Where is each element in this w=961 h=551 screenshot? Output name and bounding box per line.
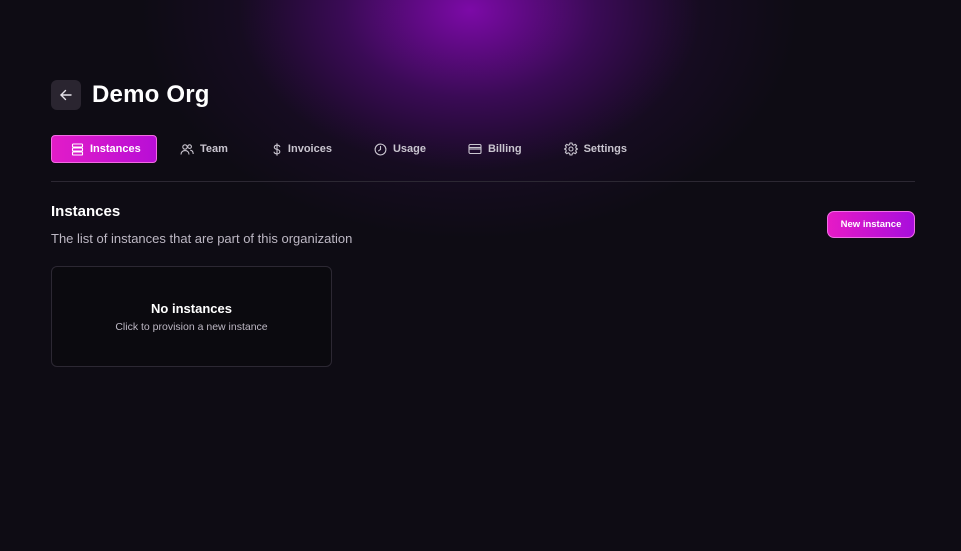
users-icon xyxy=(180,143,194,156)
section-description: The list of instances that are part of t… xyxy=(51,231,353,246)
page: Demo Org Instances Team Invoices Usage B… xyxy=(0,0,961,551)
tab-instances[interactable]: Instances xyxy=(51,135,157,163)
back-button[interactable] xyxy=(51,80,81,110)
dollar-icon xyxy=(272,142,282,156)
tab-label: Usage xyxy=(392,143,426,155)
arrow-left-icon xyxy=(59,88,73,102)
section-title: Instances xyxy=(51,203,121,220)
empty-state-subtitle: Click to provision a new instance xyxy=(115,321,268,333)
tab-team[interactable]: Team xyxy=(180,135,228,163)
tab-label: Instances xyxy=(90,143,141,155)
tab-label: Settings xyxy=(583,143,627,155)
tab-label: Billing xyxy=(487,143,522,155)
tab-invoices[interactable]: Invoices xyxy=(272,135,332,163)
empty-state-card[interactable]: No instances Click to provision a new in… xyxy=(51,266,332,367)
tab-billing[interactable]: Billing xyxy=(468,135,522,163)
tab-bar: Instances Team Invoices Usage Billing Se… xyxy=(51,135,627,163)
tab-settings[interactable]: Settings xyxy=(563,135,627,163)
server-stack-icon xyxy=(71,142,84,156)
clock-icon xyxy=(374,143,387,156)
new-instance-button[interactable]: New instance xyxy=(827,211,915,238)
tab-label: Team xyxy=(200,143,228,155)
gear-icon xyxy=(563,142,578,156)
tab-usage[interactable]: Usage xyxy=(374,135,426,163)
credit-card-icon xyxy=(468,143,482,155)
org-header: Demo Org xyxy=(51,80,210,110)
tab-label: Invoices xyxy=(287,143,332,155)
divider xyxy=(51,181,915,182)
page-title: Demo Org xyxy=(92,81,210,108)
empty-state-title: No instances xyxy=(151,301,232,316)
